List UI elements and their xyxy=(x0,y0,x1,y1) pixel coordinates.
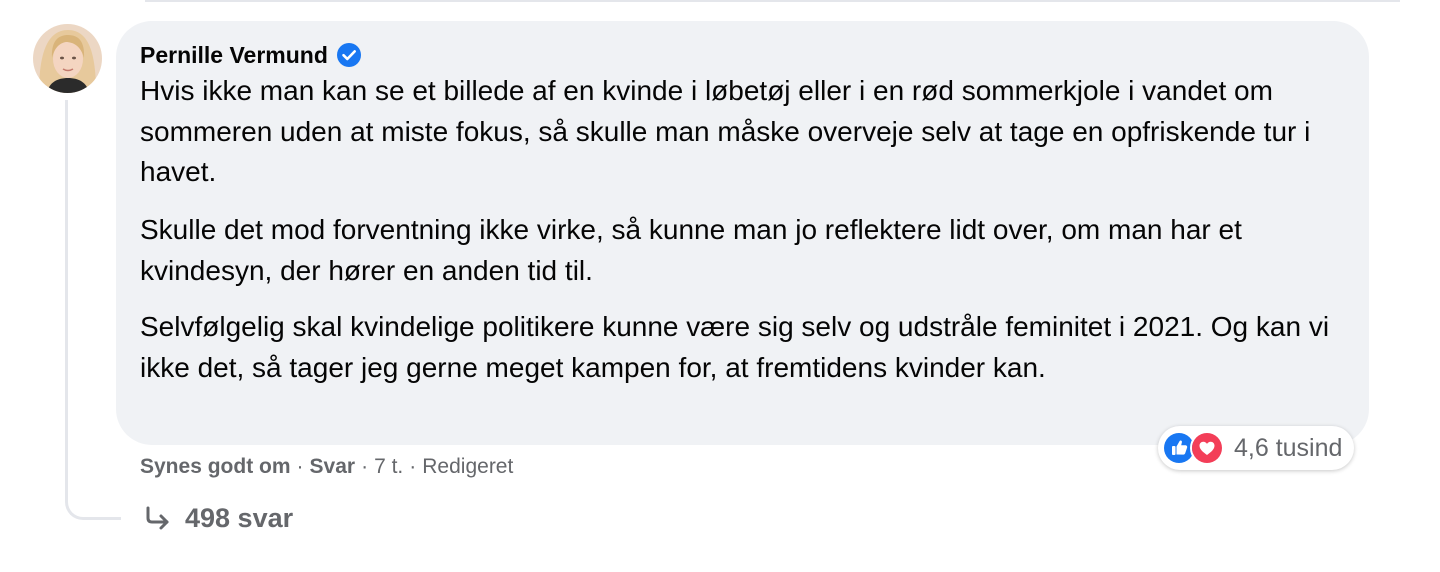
separator-dot: · xyxy=(409,455,417,478)
reaction-count: 4,6 tusind xyxy=(1234,433,1343,462)
author-name[interactable]: Pernille Vermund xyxy=(140,42,328,69)
timestamp[interactable]: 7 t. xyxy=(374,455,403,479)
comment-paragraph: Hvis ikke man kan se et billede af en kv… xyxy=(140,75,1311,187)
reply-button[interactable]: Svar xyxy=(310,455,356,479)
author-avatar[interactable] xyxy=(33,24,102,93)
comment-actions: Synes godt om · Svar · 7 t. · Redigeret xyxy=(140,452,513,482)
edited-label: Redigeret xyxy=(422,455,514,478)
divider xyxy=(145,0,1400,2)
replies-count: 498 svar xyxy=(185,502,294,533)
comment-paragraph: Selvfølgelig skal kvindelige politikere … xyxy=(140,311,1330,383)
separator-dot: · xyxy=(296,455,304,478)
like-button[interactable]: Synes godt om xyxy=(140,455,291,479)
avatar-photo xyxy=(33,24,102,93)
comment-paragraph: Skulle det mod forventning ikke virke, s… xyxy=(140,214,1242,286)
love-icon xyxy=(1190,431,1224,465)
view-replies-link[interactable]: 498 svar xyxy=(143,498,293,538)
verified-badge-icon xyxy=(336,42,362,68)
reactions-summary[interactable]: 4,6 tusind xyxy=(1158,426,1355,470)
reaction-icons xyxy=(1162,431,1224,465)
separator-dot: · xyxy=(361,455,369,478)
thread-line xyxy=(65,100,121,520)
reply-arrow-icon xyxy=(143,503,173,533)
comment-author: Pernille Vermund xyxy=(140,39,362,71)
